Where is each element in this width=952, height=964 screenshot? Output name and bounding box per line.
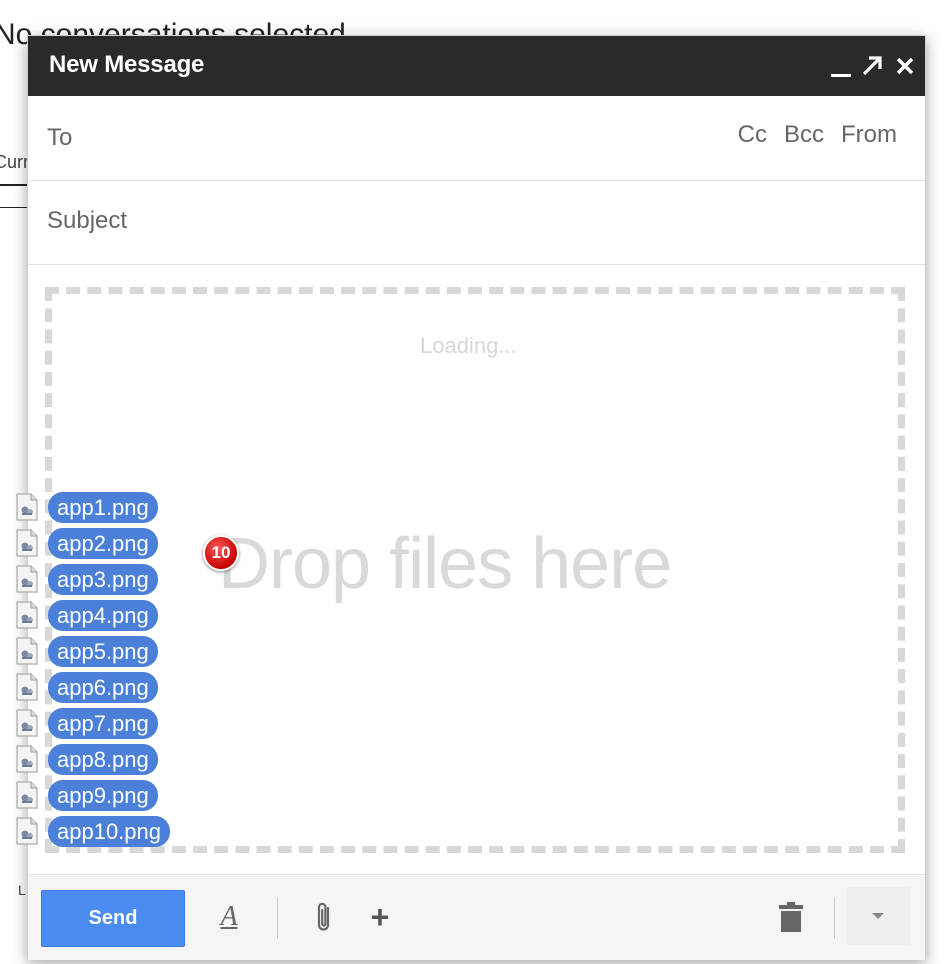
subject-placeholder: Subject — [47, 207, 128, 234]
send-button[interactable]: Send — [41, 890, 185, 947]
minimize-icon — [831, 73, 851, 77]
background-divider — [0, 207, 28, 208]
subject-field[interactable]: Subject — [28, 181, 925, 265]
toolbar-divider — [277, 897, 278, 939]
bcc-link[interactable]: Bcc — [784, 121, 824, 149]
background-fragment: Curr — [0, 152, 29, 172]
pop-out-arrow-icon — [862, 56, 882, 76]
trash-icon — [779, 902, 803, 932]
more-options-button[interactable] — [846, 887, 910, 945]
body-loading-text: Loading... — [420, 333, 517, 358]
toolbar-divider — [834, 897, 835, 939]
pop-out-button[interactable] — [857, 44, 887, 88]
text-formatting-icon[interactable]: A — [214, 897, 244, 937]
to-label: To — [47, 124, 73, 151]
minimize-button[interactable] — [826, 44, 856, 88]
background-footer-fragment: L — [18, 882, 26, 898]
background-divider — [0, 184, 28, 186]
discard-button[interactable] — [776, 897, 806, 937]
close-button[interactable] — [890, 44, 920, 88]
cc-link[interactable]: Cc — [738, 121, 767, 149]
compose-title: New Message — [49, 51, 205, 78]
from-link[interactable]: From — [841, 121, 897, 149]
compose-titlebar[interactable]: New Message — [28, 36, 925, 96]
compose-window: New Message To Cc Bcc From Subject Loadi… — [27, 35, 926, 960]
close-icon — [896, 57, 914, 75]
chevron-down-icon — [872, 913, 884, 919]
drag-count-badge: 10 — [203, 535, 239, 571]
to-field[interactable]: To Cc Bcc From — [28, 96, 925, 181]
attach-button[interactable] — [311, 897, 337, 937]
paperclip-icon — [317, 902, 330, 931]
drop-files-text: Drop files here — [218, 524, 672, 604]
compose-toolbar: Send A + — [28, 874, 925, 960]
plus-icon[interactable]: + — [366, 897, 394, 937]
